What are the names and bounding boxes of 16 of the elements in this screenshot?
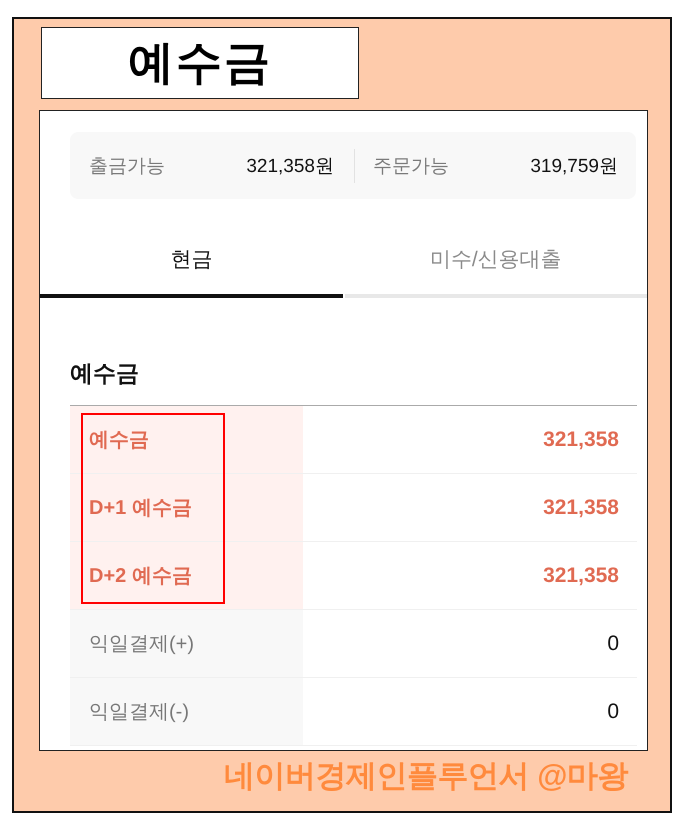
- summary-label: 주문가능: [373, 154, 449, 178]
- row-label: D+2 예수금: [70, 542, 303, 609]
- row-label: 익일결제(-): [70, 678, 303, 745]
- row-value: 321,358: [542, 494, 620, 520]
- row-label: 익일결제(+): [70, 610, 303, 677]
- row-label: 예수금: [70, 406, 303, 473]
- summary-label: 출금가능: [89, 154, 165, 178]
- row-value: 0: [606, 630, 620, 656]
- summary-value: 319,759원: [530, 154, 618, 178]
- page-title: 예수금: [41, 27, 359, 99]
- row-value: 0: [606, 698, 620, 724]
- credit-text: 네이버경제인플루언서 @마왕: [224, 757, 628, 795]
- row-label: D+1 예수금: [70, 474, 303, 541]
- summary-value: 321,358원: [246, 154, 334, 178]
- row-value: 321,358: [542, 426, 620, 452]
- row-value: 321,358: [542, 562, 620, 588]
